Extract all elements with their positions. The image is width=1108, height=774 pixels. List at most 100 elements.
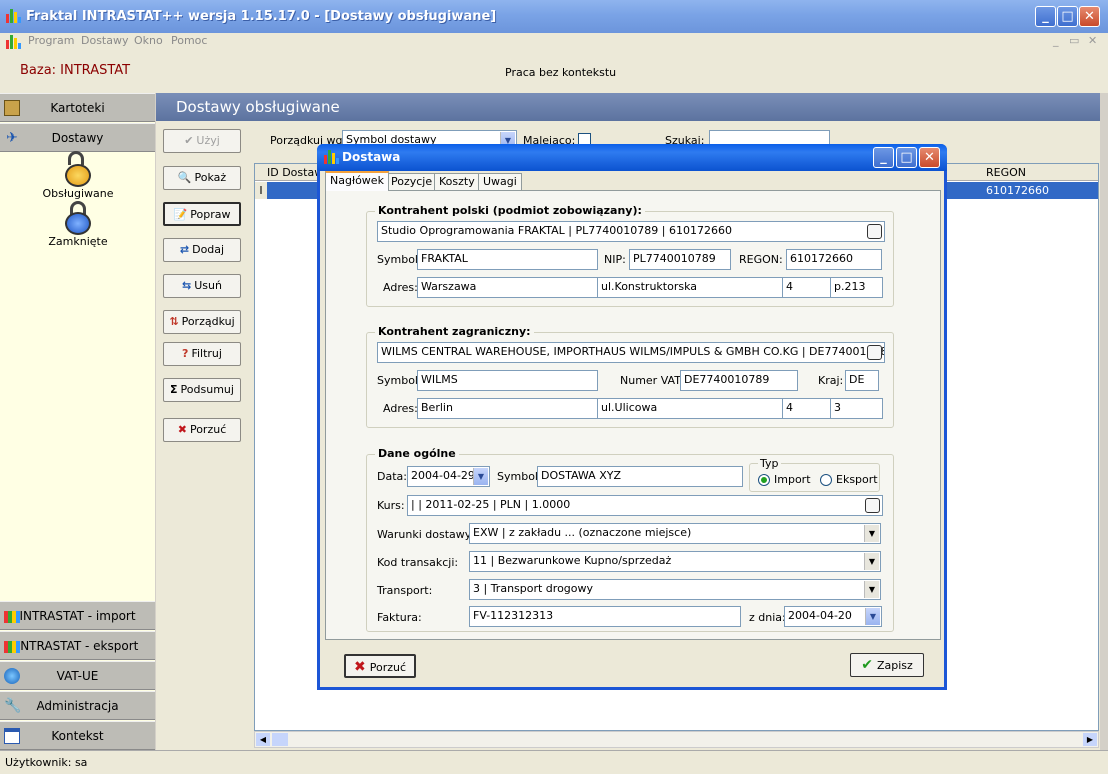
close-button[interactable]: ✕ [1079,6,1100,27]
menu-program[interactable]: Program [28,34,74,47]
foreign-flat-field[interactable]: 3 [830,398,883,419]
panel-title: Dostawy obsługiwane [176,98,340,116]
date-picker[interactable]: 2004-04-29 ▼ [407,466,490,487]
magnifier-icon: 🔍 [177,171,192,184]
chevron-down-icon[interactable]: ▼ [864,525,879,542]
polish-symbol-field[interactable]: FRAKTAL [417,249,598,270]
nav-dostawy[interactable]: ✈ Dostawy [0,123,155,152]
ellipsis-button[interactable] [867,345,882,360]
tab-panel-naglowek: Kontrahent polski (podmiot zobowiązany):… [325,190,941,640]
menu-pomoc[interactable]: Pomoc [171,34,207,47]
scroll-left-icon[interactable]: ◀ [256,733,270,746]
polish-contractor-select[interactable]: Studio Oprogramowania FRAKTAL | PL774001… [377,221,885,242]
invoice-field[interactable]: FV-112312313 [469,606,741,627]
chevron-down-icon[interactable]: ▼ [865,608,880,625]
nav-intrastat-eksport[interactable]: INTRASTAT - eksport [0,631,155,660]
nip-field[interactable]: PL7740010789 [629,249,731,270]
polish-house-field[interactable]: 4 [782,277,831,298]
rate-select[interactable]: | | 2011-02-25 | PLN | 1.0000 [407,495,883,516]
export-label: Eksport [836,473,878,486]
tab-koszty[interactable]: Koszty [434,173,480,191]
summary-button[interactable]: Σ Podsumuj [163,378,241,402]
export-radio[interactable] [820,474,832,486]
nav-item-zamkniete[interactable]: Zamknięte [38,201,118,248]
foreign-street-field[interactable]: ul.Ulicowa [597,398,783,419]
filter-button[interactable]: ? Filtruj [163,342,241,366]
nav-kontekst[interactable]: Kontekst [0,721,155,750]
status-bar: Użytkownik: sa [0,750,1108,774]
horizontal-scrollbar[interactable]: ◀ ▶ [254,731,1099,748]
tab-uwagi[interactable]: Uwagi [478,173,522,191]
type-group: Typ Import Eksport [749,457,880,492]
scroll-right-icon[interactable]: ▶ [1083,733,1097,746]
vat-number-field[interactable]: DE7740010789 [680,370,798,391]
invoice-date-label: z dnia: [749,611,786,624]
edit-button[interactable]: 📝 Popraw [163,202,241,226]
nav-kartoteki[interactable]: Kartoteki [0,93,155,122]
invoice-date-picker[interactable]: 2004-04-20 ▼ [784,606,882,627]
foreign-symbol-label: Symbol: [377,374,422,387]
delete-button[interactable]: ⇆ Usuń [163,274,241,298]
import-radio[interactable] [758,474,770,486]
discard-button[interactable]: ✖ Porzuć [163,418,241,442]
panel-header: Dostawy obsługiwane [156,93,1100,121]
invoice-date-value: 2004-04-20 [788,609,852,622]
dialog-title-bar: Dostawa _ □ ✕ [317,144,947,171]
sort-icon: ⇅ [169,315,179,328]
show-button[interactable]: 🔍 Pokaż [163,166,241,190]
scroll-thumb[interactable] [272,733,288,746]
polish-flat-field[interactable]: p.213 [830,277,883,298]
polish-contractor-group: Kontrahent polski (podmiot zobowiązany):… [366,204,894,307]
ellipsis-button[interactable] [867,224,882,239]
foreign-contractor-select[interactable]: WILMS CENTRAL WAREHOUSE, IMPORTHAUS WILM… [377,342,885,363]
delivery-terms-select[interactable]: EXW | z zakładu ... (oznaczone miejsce) … [469,523,881,544]
dialog-maximize-button[interactable]: □ [896,147,917,168]
chevron-down-icon[interactable]: ▼ [864,581,879,598]
regon-field[interactable]: 610172660 [786,249,882,270]
nav-vat-ue[interactable]: VAT-UE [0,661,155,690]
grid-col-regon[interactable]: REGON [986,166,1026,179]
mdi-minimize-button[interactable]: _ [1053,34,1059,47]
maximize-button[interactable]: □ [1057,6,1078,27]
minimize-button[interactable]: _ [1035,6,1056,27]
nav-administracja[interactable]: 🔧 Administracja [0,691,155,720]
delivery-symbol-field[interactable]: DOSTAWA XYZ [537,466,743,487]
tab-naglowek[interactable]: Nagłówek [325,171,389,191]
sort-button[interactable]: ⇅ Porządkuj [163,310,241,334]
chevron-down-icon[interactable]: ▼ [473,468,488,485]
polish-address-label: Adres: [383,281,418,294]
use-button[interactable]: ✔ Użyj [163,129,241,153]
dialog-save-button[interactable]: ✔ Zapisz [850,653,924,677]
transport-select[interactable]: 3 | Transport drogowy ▼ [469,579,881,600]
tab-pozycje[interactable]: Pozycje [386,173,438,191]
foreign-symbol-field[interactable]: WILMS [417,370,598,391]
status-user: Użytkownik: sa [5,756,88,769]
show-button-label: Pokaż [194,171,227,184]
mdi-restore-button[interactable]: ▭ [1069,34,1079,47]
polish-street-field[interactable]: ul.Konstruktorska [597,277,783,298]
foreign-city-field[interactable]: Berlin [417,398,598,419]
mdi-close-button[interactable]: ✕ [1088,34,1097,47]
dialog-discard-button[interactable]: ✖ Porzuć [344,654,416,678]
dialog-minimize-button[interactable]: _ [873,147,894,168]
nav-item-obslugiwane[interactable]: Obsługiwane [38,151,118,200]
foreign-house-field[interactable]: 4 [782,398,831,419]
add-button[interactable]: ⇄ Dodaj [163,238,241,262]
ellipsis-button[interactable] [865,498,880,513]
cabinet-icon [4,100,20,116]
menu-dostawy[interactable]: Dostawy [81,34,129,47]
chevron-down-icon[interactable]: ▼ [864,553,879,570]
row-indicator-icon: I [255,182,267,199]
info-bar: Baza: INTRASTAT Praca bez kontekstu [0,51,1108,93]
menu-okno[interactable]: Okno [134,34,163,47]
unlocked-padlock-icon [65,151,91,187]
discard-button-label: Porzuć [189,423,227,436]
grid-col-id[interactable]: ID Dostaw [267,166,323,179]
nav-intrastat-import[interactable]: INTRASTAT - import [0,601,155,630]
polish-city-field[interactable]: Warszawa [417,277,598,298]
transport-label: Transport: [377,584,433,597]
dialog-close-button[interactable]: ✕ [919,147,940,168]
country-field[interactable]: DE [845,370,879,391]
database-label: Baza: INTRASTAT [20,63,131,78]
transaction-code-select[interactable]: 11 | Bezwarunkowe Kupno/sprzedaż ▼ [469,551,881,572]
